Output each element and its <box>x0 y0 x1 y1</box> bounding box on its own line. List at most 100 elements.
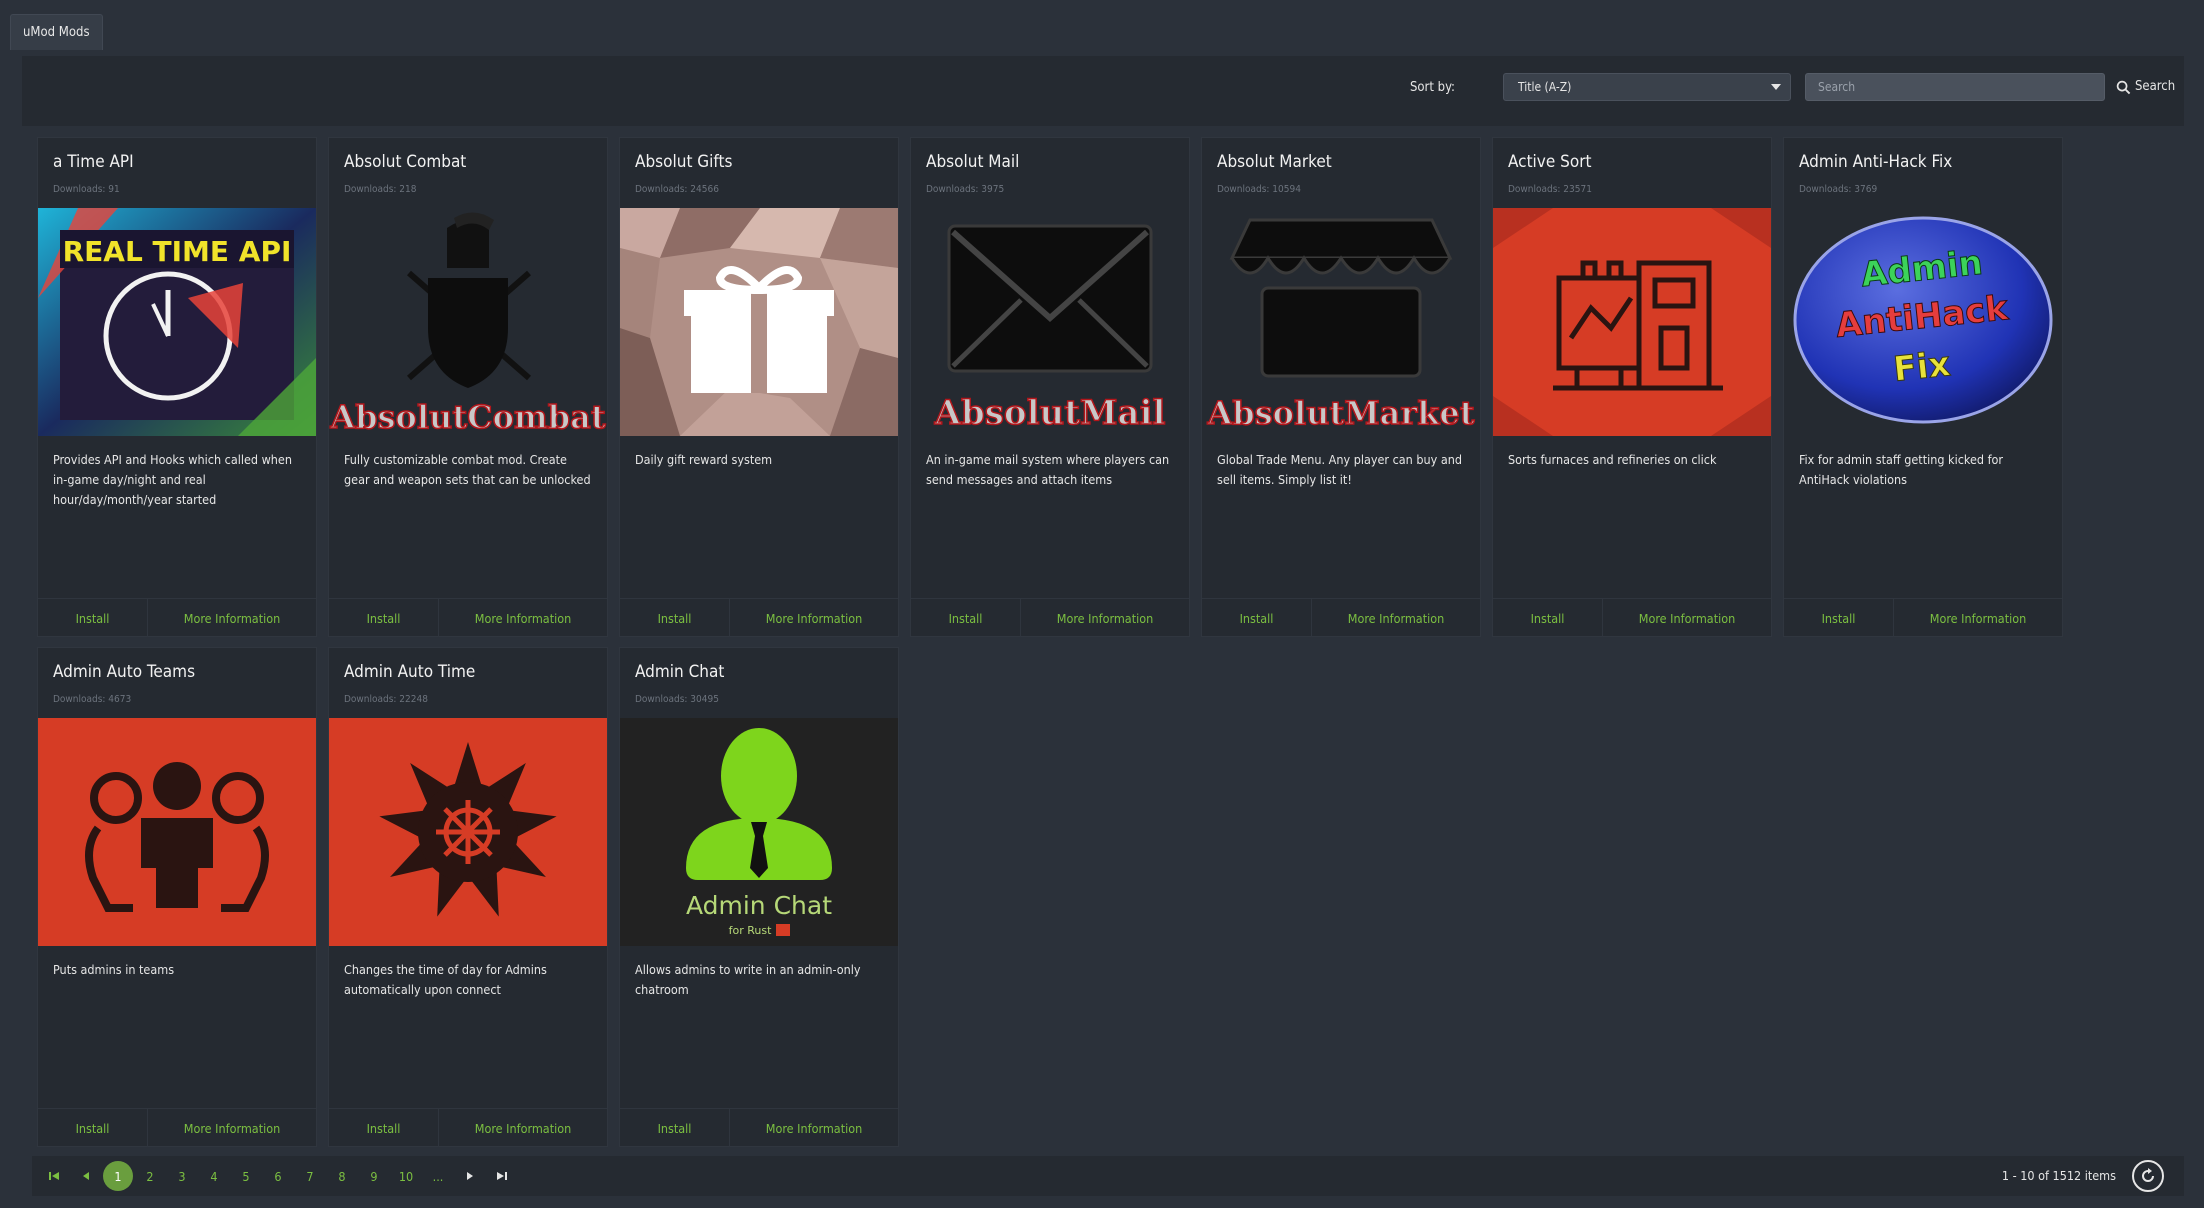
card-actions: Install More Information <box>38 1108 316 1147</box>
card-actions: Install More Information <box>1202 598 1480 637</box>
mod-image[interactable]: AbsolutCombat <box>329 208 607 436</box>
pager-info: 1 - 10 of 1512 items <box>2001 1168 2116 1183</box>
mod-title[interactable]: Admin Anti-Hack Fix <box>1799 152 1952 172</box>
mod-description: Sorts furnaces and refineries on click <box>1508 452 1717 467</box>
page-button[interactable]: 9 <box>358 1161 390 1191</box>
previous-page-button[interactable] <box>70 1161 102 1191</box>
tab-umod-mods[interactable]: uMod Mods <box>10 14 103 50</box>
install-button[interactable]: Install <box>1784 599 1894 637</box>
page-button[interactable]: 1 <box>102 1161 134 1191</box>
mod-downloads: Downloads: 3975 <box>926 184 1005 195</box>
more-information-button[interactable]: More Information <box>730 599 898 637</box>
mod-image[interactable]: AbsolutMarket <box>1202 208 1480 436</box>
mod-card: Active Sort Downloads: 23571 Sorts furna… <box>1492 137 1772 637</box>
more-information-button[interactable]: More Information <box>1021 599 1189 637</box>
page-ellipsis-button[interactable]: ... <box>422 1161 454 1191</box>
mod-title[interactable]: Admin Auto Teams <box>53 662 195 682</box>
page-button[interactable]: 3 <box>166 1161 198 1191</box>
mod-description: Daily gift reward system <box>635 452 773 467</box>
team-people-icon <box>38 718 316 946</box>
card-actions: Install More Information <box>620 1108 898 1147</box>
mod-card: Absolut Mail Downloads: 3975 AbsolutMail… <box>910 137 1190 637</box>
sort-select-value: Title (A-Z) <box>1518 80 1572 94</box>
mod-title[interactable]: Absolut Mail <box>926 152 1019 172</box>
page-button[interactable]: 5 <box>230 1161 262 1191</box>
more-information-button[interactable]: More Information <box>1603 599 1771 637</box>
search-input[interactable] <box>1805 73 2105 101</box>
svg-text:Admin Chat: Admin Chat <box>686 891 832 920</box>
svg-text:AbsolutMarket: AbsolutMarket <box>1206 394 1474 432</box>
last-page-icon <box>497 1172 507 1180</box>
mod-title[interactable]: Absolut Combat <box>344 152 466 172</box>
mod-image[interactable]: REAL TIME API <box>38 208 316 436</box>
install-button[interactable]: Install <box>329 1109 439 1147</box>
mod-card: a Time API Downloads: 91 REAL TIME API P… <box>37 137 317 637</box>
card-actions: Install More Information <box>911 598 1189 637</box>
install-button[interactable]: Install <box>620 599 730 637</box>
mod-downloads: Downloads: 23571 <box>1508 184 1592 195</box>
mod-title[interactable]: Absolut Gifts <box>635 152 732 172</box>
mod-image[interactable]: AbsolutMail <box>911 208 1189 436</box>
svg-text:Fix: Fix <box>1892 344 1953 390</box>
mod-downloads: Downloads: 22248 <box>344 694 428 705</box>
mod-image[interactable]: Admin Chat for Rust <box>620 718 898 946</box>
mod-downloads: Downloads: 3769 <box>1799 184 1878 195</box>
more-information-button[interactable]: More Information <box>439 1109 607 1147</box>
admin-person-icon: Admin Chat for Rust <box>620 718 898 946</box>
mod-card: Absolut Combat Downloads: 218 AbsolutCom… <box>328 137 608 637</box>
mod-image[interactable] <box>1493 208 1771 436</box>
more-information-button[interactable]: More Information <box>1312 599 1480 637</box>
more-information-button[interactable]: More Information <box>439 599 607 637</box>
mod-title[interactable]: Active Sort <box>1508 152 1591 172</box>
more-information-button[interactable]: More Information <box>148 599 316 637</box>
mod-image[interactable] <box>620 208 898 436</box>
install-button[interactable]: Install <box>38 1109 148 1147</box>
page-button[interactable]: 8 <box>326 1161 358 1191</box>
first-page-button[interactable] <box>38 1161 70 1191</box>
refresh-icon <box>2142 1168 2154 1182</box>
svg-text:for Rust: for Rust <box>729 924 772 937</box>
install-button[interactable]: Install <box>620 1109 730 1147</box>
card-actions: Install More Information <box>329 598 607 637</box>
refresh-button[interactable] <box>2132 1160 2164 1192</box>
mod-title[interactable]: Admin Auto Time <box>344 662 475 682</box>
envelope-icon: AbsolutMail <box>911 208 1189 436</box>
install-button[interactable]: Install <box>329 599 439 637</box>
last-page-button[interactable] <box>486 1161 518 1191</box>
mod-image[interactable] <box>38 718 316 946</box>
more-information-button[interactable]: More Information <box>730 1109 898 1147</box>
page-button[interactable]: 10 <box>390 1161 422 1191</box>
mod-card: Admin Anti-Hack Fix Downloads: 3769 Admi… <box>1783 137 2063 637</box>
search-icon <box>2116 80 2131 94</box>
mod-image[interactable] <box>329 718 607 946</box>
page-button[interactable]: 2 <box>134 1161 166 1191</box>
mod-title[interactable]: Absolut Market <box>1217 152 1332 172</box>
install-button[interactable]: Install <box>1202 599 1312 637</box>
svg-text:AbsolutCombat: AbsolutCombat <box>329 398 606 436</box>
gift-box-icon <box>620 208 898 436</box>
sort-select[interactable]: Title (A-Z) <box>1503 73 1791 101</box>
mod-card: Absolut Market Downloads: 10594 AbsolutM… <box>1201 137 1481 637</box>
page-button[interactable]: 4 <box>198 1161 230 1191</box>
install-button[interactable]: Install <box>38 599 148 637</box>
mod-description: Changes the time of day for Admins autom… <box>344 962 547 997</box>
mod-card: Admin Auto Time Downloads: 22248 Changes… <box>328 647 608 1147</box>
install-button[interactable]: Install <box>1493 599 1603 637</box>
more-information-button[interactable]: More Information <box>1894 599 2062 637</box>
mod-image[interactable]: Admin AntiHack Fix <box>1784 208 2062 436</box>
mod-title[interactable]: a Time API <box>53 152 134 172</box>
page-button[interactable]: 6 <box>262 1161 294 1191</box>
page-button-label: 1 <box>103 1161 133 1191</box>
page-button[interactable]: 7 <box>294 1161 326 1191</box>
mod-downloads: Downloads: 218 <box>344 184 417 195</box>
install-button[interactable]: Install <box>911 599 1021 637</box>
more-information-button[interactable]: More Information <box>148 1109 316 1147</box>
mod-description: Puts admins in teams <box>53 962 175 977</box>
furnace-icon <box>1493 208 1771 436</box>
search-button[interactable]: Search <box>2112 73 2178 101</box>
mod-downloads: Downloads: 4673 <box>53 694 132 705</box>
mod-title[interactable]: Admin Chat <box>635 662 724 682</box>
next-page-button[interactable] <box>454 1161 486 1191</box>
mod-card: Absolut Gifts Downloads: 24566 Daily gif… <box>619 137 899 637</box>
mod-description: Fully customizable combat mod. Create ge… <box>344 452 591 487</box>
